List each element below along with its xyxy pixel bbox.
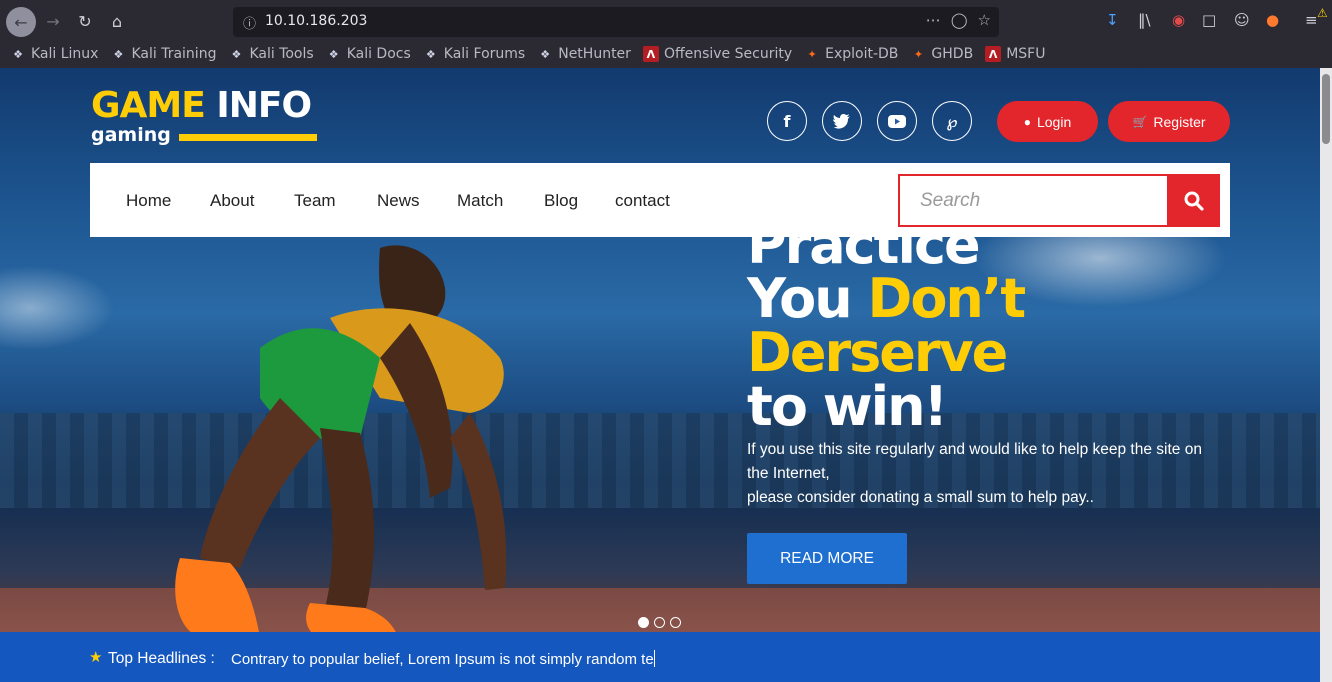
- hero-heading: Practice You Don’t Derserve to win!: [747, 218, 1026, 438]
- search-button[interactable]: [1167, 174, 1220, 227]
- warning-icon: ⚠: [1317, 6, 1328, 20]
- scrollbar-thumb[interactable]: [1322, 74, 1330, 144]
- home-icon[interactable]: ⌂: [104, 8, 130, 34]
- reload-icon[interactable]: ↻: [72, 8, 98, 34]
- bookmarks-bar: ❖ Kali Linux ❖ Kali Training ❖ Kali Tools ❖…: [0, 42, 1332, 66]
- menu-icon[interactable]: ≡: [1305, 11, 1318, 29]
- star-icon[interactable]: ☆: [978, 11, 991, 29]
- url-text[interactable]: 10.10.186.203: [265, 13, 367, 29]
- cart-icon: 🛒: [1132, 114, 1148, 129]
- hero-athlete-image: [175, 245, 507, 643]
- page-scrollbar[interactable]: [1320, 68, 1332, 682]
- facebook-icon[interactable]: f: [767, 101, 807, 141]
- bookmark-kali-training[interactable]: ❖ Kali Training: [110, 46, 217, 62]
- kali-icon: ❖: [328, 47, 339, 61]
- read-more-button[interactable]: READ MORE: [747, 533, 907, 584]
- bookmark-kali-linux[interactable]: ❖ Kali Linux: [10, 46, 98, 62]
- offsec-icon: Λ: [642, 46, 659, 62]
- exploitdb-icon: ✦: [807, 47, 817, 61]
- youtube-icon[interactable]: [877, 101, 917, 141]
- extension-icon[interactable]: ●: [1266, 11, 1279, 29]
- carousel-dot-3[interactable]: [670, 617, 681, 628]
- bookmark-kali-tools[interactable]: ❖ Kali Tools: [228, 46, 314, 62]
- kali-icon: ❖: [113, 47, 124, 61]
- user-icon: ●: [1023, 114, 1031, 129]
- nav-about[interactable]: About: [210, 191, 254, 211]
- sidebar-icon[interactable]: □: [1202, 11, 1216, 29]
- star-icon: ★: [89, 648, 103, 666]
- kali-icon: ❖: [425, 47, 436, 61]
- back-icon[interactable]: ←: [6, 7, 36, 37]
- account-icon[interactable]: ☺: [1234, 11, 1250, 29]
- kali-icon: ❖: [540, 47, 551, 61]
- bookmark-nethunter[interactable]: ❖ NetHunter: [537, 46, 631, 62]
- offsec-icon: Λ: [985, 46, 1002, 62]
- ublock-icon[interactable]: ◉: [1172, 11, 1185, 29]
- forward-icon[interactable]: →: [40, 8, 66, 34]
- search-input[interactable]: Search: [898, 174, 1167, 227]
- text-caret: [653, 650, 655, 667]
- more-icon[interactable]: ⋯: [926, 11, 941, 29]
- headline-text[interactable]: Contrary to popular belief, Lorem Ipsum …: [231, 651, 654, 668]
- info-icon[interactable]: ⓘ: [243, 13, 259, 32]
- carousel-dot-1[interactable]: [638, 617, 649, 628]
- search-placeholder: Search: [920, 190, 981, 211]
- hero-line-4: to win!: [747, 375, 948, 438]
- logo-word-game: GAME: [91, 85, 206, 126]
- download-icon[interactable]: ↧: [1106, 11, 1119, 29]
- kali-icon: ❖: [231, 47, 242, 61]
- nav-blog[interactable]: Blog: [544, 191, 578, 211]
- carousel-dot-2[interactable]: [654, 617, 665, 628]
- kali-icon: ❖: [13, 47, 23, 61]
- nav-home[interactable]: Home: [126, 191, 171, 211]
- library-icon[interactable]: ‖\: [1138, 11, 1151, 29]
- logo-underline: [179, 134, 317, 141]
- twitter-icon[interactable]: [822, 101, 862, 141]
- nav-contact[interactable]: contact: [615, 191, 670, 211]
- browser-toolbar: ← → ↻ ⌂ ⓘ 10.10.186.203 ⋯ ◯ ☆ ↧ ‖\ ◉ □ ☺…: [0, 0, 1332, 42]
- pocket-icon[interactable]: ◯: [951, 11, 968, 29]
- carousel-dots: [638, 617, 681, 628]
- logo-word-info: INFO: [216, 85, 312, 126]
- nav-news[interactable]: News: [377, 191, 420, 211]
- login-button[interactable]: ● Login: [997, 101, 1098, 142]
- site-logo[interactable]: GAME INFO gaming: [91, 85, 317, 146]
- exploitdb-icon: ✦: [913, 47, 924, 61]
- bookmark-ghdb[interactable]: ✦ GHDB: [910, 46, 973, 62]
- headline-label: Top Headlines :: [108, 650, 215, 667]
- browser-chrome: ← → ↻ ⌂ ⓘ 10.10.186.203 ⋯ ◯ ☆ ↧ ‖\ ◉ □ ☺…: [0, 0, 1332, 68]
- bookmark-offensive-security[interactable]: Λ Offensive Security: [642, 46, 792, 62]
- bookmark-exploit-db[interactable]: ✦ Exploit-DB: [804, 46, 899, 62]
- url-bar[interactable]: ⓘ 10.10.186.203 ⋯ ◯ ☆: [233, 7, 999, 37]
- main-navbar: Home About Team News Match Blog contact …: [90, 163, 1230, 237]
- hero-line-3: Derserve: [747, 321, 1008, 384]
- bookmark-kali-docs[interactable]: ❖ Kali Docs: [326, 46, 411, 62]
- hero-description: If you use this site regularly and would…: [747, 441, 1202, 506]
- pinterest-icon[interactable]: ℘: [932, 101, 972, 141]
- search-icon: [1184, 191, 1204, 211]
- headline-ticker: ★ Top Headlines : Contrary to popular be…: [0, 632, 1320, 682]
- nav-team[interactable]: Team: [294, 191, 336, 211]
- web-page: GAME INFO gaming f ℘ ● Login 🛒 Register …: [0, 68, 1320, 682]
- bookmark-kali-forums[interactable]: ❖ Kali Forums: [423, 46, 525, 62]
- bookmark-msfu[interactable]: Λ MSFU: [985, 46, 1045, 62]
- nav-match[interactable]: Match: [457, 191, 503, 211]
- register-button[interactable]: 🛒 Register: [1108, 101, 1230, 142]
